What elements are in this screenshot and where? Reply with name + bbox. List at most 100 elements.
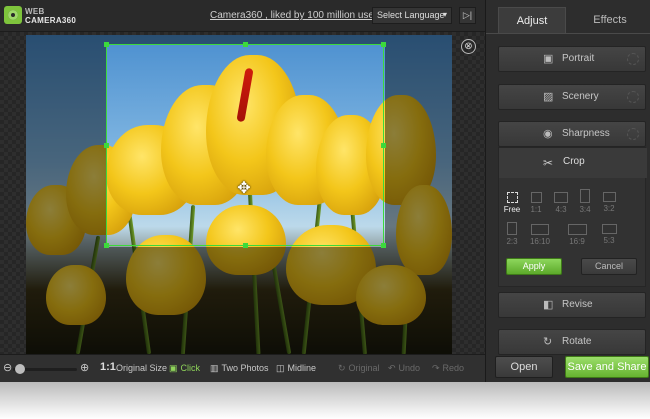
brand-name: WEB CAMERA360 [25, 7, 76, 25]
click-button[interactable]: ▣ Click [169, 363, 200, 374]
sharpness-button[interactable]: ◉ Sharpness [498, 121, 646, 147]
original-label: Original [348, 363, 380, 373]
ratio-16-9[interactable]: 16:9 [563, 224, 591, 246]
ratio-5-3-label: 5:3 [603, 236, 615, 245]
zoom-ratio: 1:1 [100, 361, 116, 373]
crop-handle-bottom[interactable] [243, 243, 248, 248]
scissors-icon: ✂ [543, 156, 554, 170]
loading-spinner-icon [627, 128, 639, 140]
ratio-5-3-icon [601, 224, 617, 234]
undo-button[interactable]: ↶ Undo [388, 363, 420, 374]
ratio-16-9-label: 16:9 [569, 237, 585, 246]
zoom-out-icon[interactable]: ⊖ [3, 361, 12, 374]
ratio-3-4-label: 3:4 [579, 205, 591, 214]
rotate-icon: ↻ [543, 336, 553, 348]
tab-adjust[interactable]: Adjust [498, 7, 566, 33]
right-panel: Adjust Effects ▣ Portrait ▨ Scenery ◉ Sh… [485, 0, 650, 382]
ratio-2-3-label: 2:3 [506, 237, 518, 246]
click-label: Click [180, 363, 201, 373]
crop-handle-tl[interactable] [104, 42, 109, 47]
ratio-4-3-icon [554, 192, 568, 203]
top-bar: WEB CAMERA360 Camera360 , liked by 100 m… [0, 0, 485, 32]
crop-handle-left[interactable] [104, 143, 109, 148]
zoom-in-icon[interactable]: ⊕ [80, 361, 89, 374]
ratio-free-label: Free [503, 205, 521, 214]
loading-spinner-icon [627, 91, 639, 103]
tabs-divider [486, 33, 650, 34]
apply-button[interactable]: Apply [506, 258, 562, 275]
undo-label: Undo [398, 363, 421, 373]
ratio-16-10[interactable]: 16:10 [526, 224, 554, 246]
revise-label: Revise [562, 299, 593, 310]
original-icon: ↻ [338, 363, 346, 373]
revise-button[interactable]: ◧ Revise [498, 292, 646, 318]
undo-icon: ↶ [388, 363, 396, 373]
ratio-3-2-label: 3:2 [603, 204, 615, 213]
scenery-icon: ▨ [543, 91, 554, 103]
midline-icon: ◫ [276, 363, 285, 373]
ratio-2-3[interactable]: 2:3 [498, 222, 526, 246]
original-size-button[interactable]: Original Size [116, 363, 167, 373]
two-photos-label: Two Photos [221, 363, 269, 373]
redo-label: Redo [442, 363, 465, 373]
original-button[interactable]: ↻ Original [338, 363, 380, 374]
crop-handle-top[interactable] [243, 42, 248, 47]
promo-link[interactable]: Camera360 , liked by 100 million users. [210, 10, 385, 21]
tab-effects[interactable]: Effects [576, 7, 644, 33]
ratio-5-3[interactable]: 5:3 [595, 224, 623, 245]
open-button[interactable]: Open [495, 356, 553, 378]
tulip-photo: ✥ [26, 35, 452, 354]
window-reflection [0, 382, 650, 419]
zoom-slider-knob[interactable] [15, 364, 25, 374]
close-icon[interactable]: ⊗ [461, 39, 476, 54]
ratio-16-10-icon [531, 224, 549, 235]
ratio-16-9-icon [567, 224, 587, 235]
portrait-icon: ▣ [543, 53, 554, 65]
photo-canvas: ✥ [0, 32, 485, 354]
ratio-4-3-label: 4:3 [555, 205, 567, 214]
chevron-down-icon: ▾ [442, 10, 447, 19]
crop-handle-bl[interactable] [104, 243, 109, 248]
revise-icon: ◧ [543, 299, 554, 311]
crop-panel: ✂ Crop Free 1:1 4:3 3:4 3:2 2:3 16:10 16… [498, 147, 647, 287]
crop-title: Crop [563, 156, 585, 167]
eye-icon: ◉ [543, 128, 553, 140]
crop-handle-tr[interactable] [381, 42, 386, 47]
bottom-toolbar: ⊖ ⊕ 1:1 Original Size ▣ Click ▥ Two Photos… [0, 354, 485, 382]
click-icon: ▣ [169, 363, 178, 373]
midline-label: Midline [287, 363, 317, 373]
rotate-button[interactable]: ↻ Rotate [498, 329, 646, 355]
ratio-3-2-icon [602, 192, 616, 202]
ratio-1-1-icon [530, 192, 542, 203]
ratio-16-10-label: 16:10 [529, 237, 551, 246]
ratio-1-1-label: 1:1 [530, 205, 542, 214]
rotate-label: Rotate [562, 336, 592, 347]
language-select[interactable]: Select Language ▾ [372, 7, 452, 24]
move-icon[interactable]: ✥ [235, 180, 253, 198]
ratio-2-3-icon [507, 222, 517, 235]
crop-handle-br[interactable] [381, 243, 386, 248]
crop-selection[interactable] [104, 42, 386, 248]
crop-header[interactable]: ✂ Crop [499, 148, 647, 178]
redo-button[interactable]: ↷ Redo [432, 363, 464, 374]
midline-button[interactable]: ◫ Midline [276, 363, 316, 374]
sharpness-label: Sharpness [562, 128, 610, 139]
brand-line1: WEB [25, 7, 45, 16]
app-window: WEB CAMERA360 Camera360 , liked by 100 m… [0, 0, 650, 382]
cancel-button[interactable]: Cancel [581, 258, 637, 275]
ratio-1-1[interactable]: 1:1 [522, 192, 550, 214]
portrait-button[interactable]: ▣ Portrait [498, 46, 646, 72]
loading-spinner-icon [627, 53, 639, 65]
collapse-icon[interactable]: ▷| [459, 7, 476, 24]
ratio-free-icon [506, 192, 518, 203]
redo-icon: ↷ [432, 363, 440, 373]
brand-line2: CAMERA360 [25, 16, 77, 25]
two-photos-button[interactable]: ▥ Two Photos [210, 363, 269, 374]
save-and-share-button[interactable]: Save and Share [565, 356, 649, 378]
portrait-label: Portrait [562, 53, 595, 64]
language-select-label: Select Language [377, 10, 445, 20]
camera360-logo [4, 6, 22, 24]
crop-handle-right[interactable] [381, 143, 386, 148]
ratio-3-2[interactable]: 3:2 [595, 192, 623, 213]
scenery-button[interactable]: ▨ Scenery [498, 84, 646, 110]
